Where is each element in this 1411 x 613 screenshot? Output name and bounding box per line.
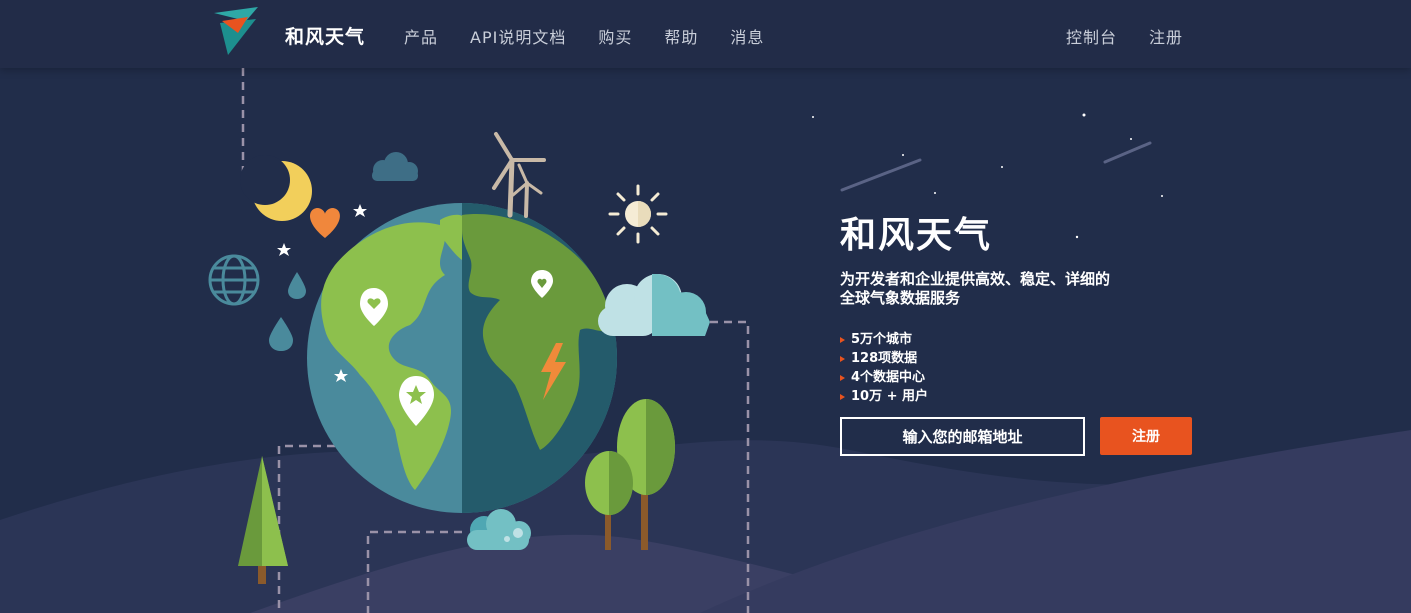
heart-icon <box>310 208 340 238</box>
cloud-icon <box>372 152 418 181</box>
feature-text: 5万个城市 <box>851 332 913 347</box>
logo-icon[interactable] <box>212 7 260 55</box>
brand-name[interactable]: 和风天气 <box>285 22 365 49</box>
signup-form: 注册 <box>840 417 1192 456</box>
nav-link-api-docs[interactable]: API说明文档 <box>470 24 566 48</box>
hero-subtitle-line1: 为开发者和企业提供高效、稳定、详细的 <box>840 270 1111 288</box>
user-nav: 控制台 注册 <box>1066 24 1183 48</box>
feature-text: 4个数据中心 <box>851 370 926 385</box>
water-drop-icon <box>269 317 293 351</box>
globe-grid-icon <box>208 254 260 306</box>
globe-icon <box>307 203 617 513</box>
bullet-icon <box>840 375 845 381</box>
top-navbar: 和风天气 产品 API说明文档 购买 帮助 消息 控制台 注册 <box>0 0 1411 68</box>
register-button[interactable]: 注册 <box>1100 417 1192 455</box>
feature-text: 10万 + 用户 <box>851 389 929 404</box>
meteor <box>1103 141 1152 164</box>
feature-item: 4个数据中心 <box>840 368 1200 387</box>
nav-link-purchase[interactable]: 购买 <box>598 24 632 48</box>
hero-section: 和风天气 为开发者和企业提供高效、稳定、详细的 全球气象数据服务 5万个城市 1… <box>840 212 1200 456</box>
feature-text: 128项数据 <box>851 351 918 366</box>
nav-link-console[interactable]: 控制台 <box>1066 24 1117 48</box>
main-nav: 产品 API说明文档 购买 帮助 消息 <box>404 24 796 48</box>
cloud-icon <box>598 274 710 336</box>
bullet-icon <box>840 356 845 362</box>
nav-link-register[interactable]: 注册 <box>1149 24 1183 48</box>
star-icon <box>353 204 367 217</box>
wind-turbine-icon <box>492 132 546 218</box>
hero-subtitle-line2: 全球气象数据服务 <box>840 289 961 307</box>
feature-item: 5万个城市 <box>840 330 1200 349</box>
nav-link-messages[interactable]: 消息 <box>730 24 764 48</box>
hero-title: 和风天气 <box>840 215 993 256</box>
nav-link-help[interactable]: 帮助 <box>664 24 698 48</box>
moon-icon <box>240 155 312 221</box>
sun-icon <box>608 184 668 244</box>
feature-item: 10万 + 用户 <box>840 387 1200 406</box>
feature-item: 128项数据 <box>840 349 1200 368</box>
feature-list: 5万个城市 128项数据 4个数据中心 10万 + 用户 <box>840 330 1200 406</box>
hero-subtitle: 为开发者和企业提供高效、稳定、详细的 全球气象数据服务 <box>840 270 1140 308</box>
water-drop-icon <box>288 272 306 299</box>
star-icon <box>277 243 291 256</box>
nav-link-products[interactable]: 产品 <box>404 24 438 48</box>
meteor <box>840 158 922 192</box>
email-field[interactable] <box>840 417 1085 456</box>
bullet-icon <box>840 337 845 343</box>
bullet-icon <box>840 394 845 400</box>
